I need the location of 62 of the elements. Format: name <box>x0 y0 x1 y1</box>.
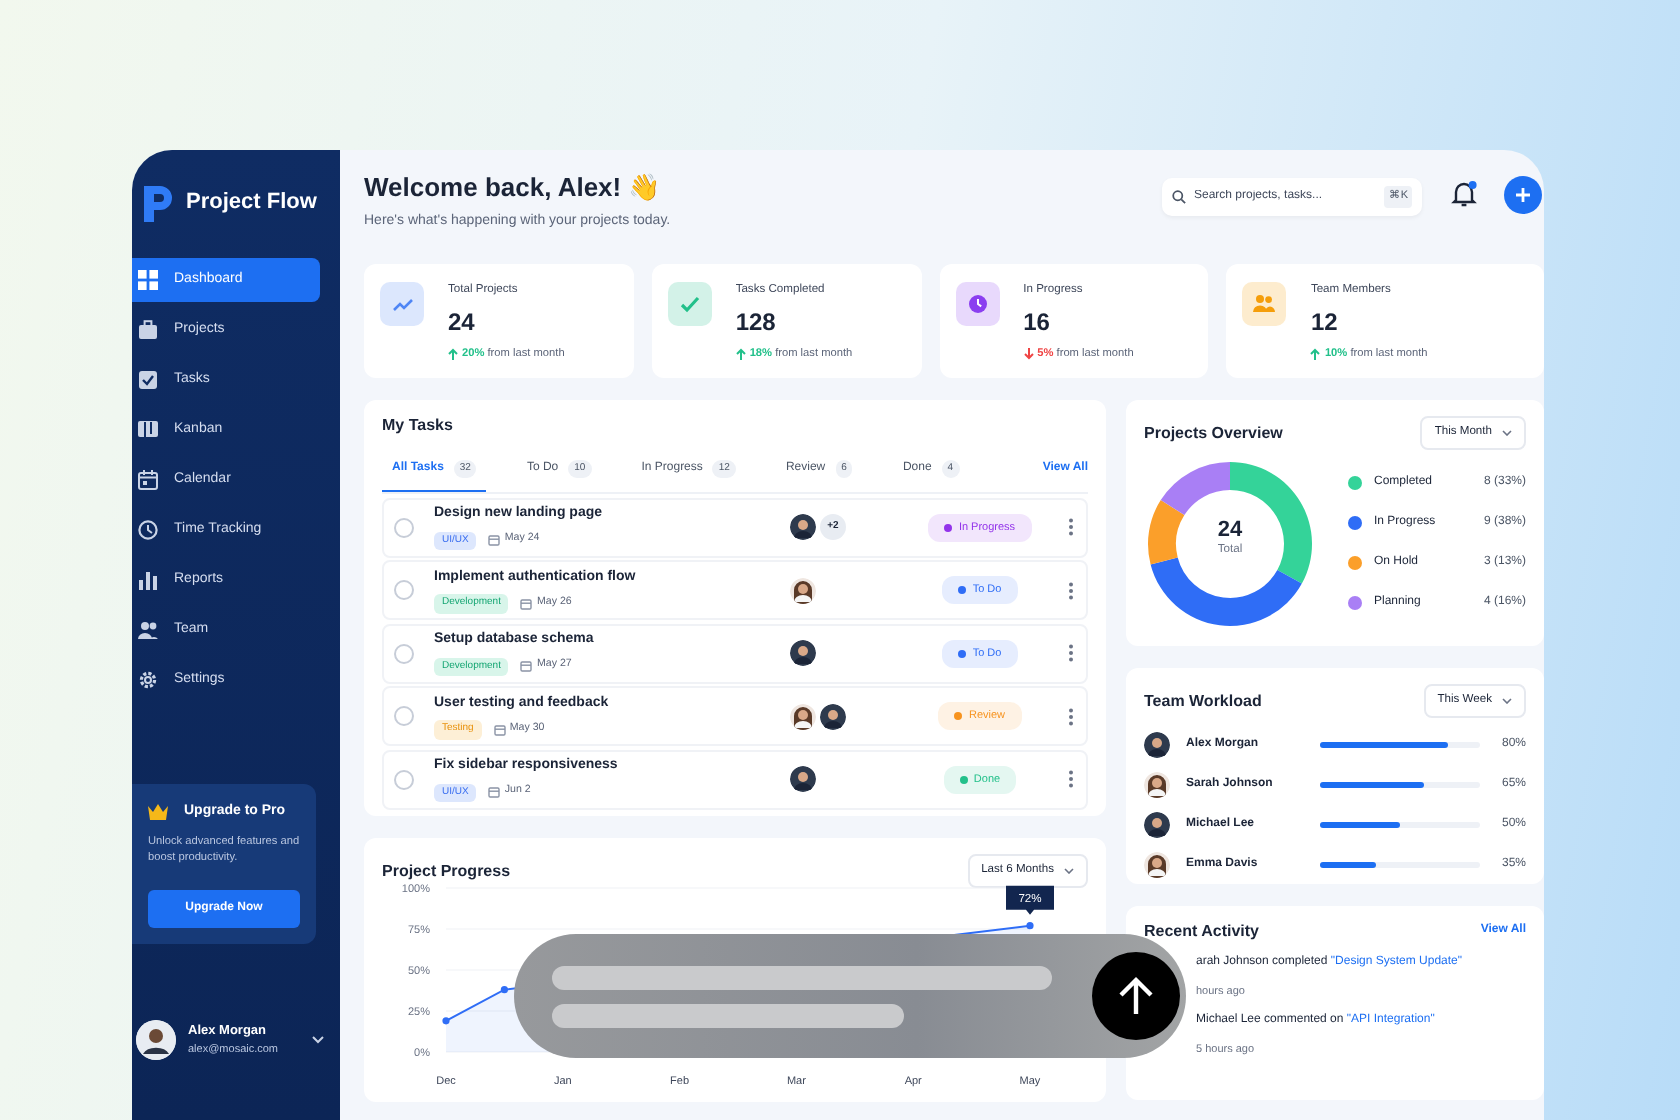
search-icon <box>1172 190 1186 204</box>
task-checkbox[interactable] <box>394 769 414 790</box>
more-icon[interactable] <box>1068 518 1074 537</box>
arrow-up-icon <box>1118 976 1154 1016</box>
calendar-icon <box>138 470 158 490</box>
card-title: My Tasks <box>382 416 455 436</box>
data-point <box>442 1016 450 1024</box>
more-icon[interactable] <box>1068 581 1074 600</box>
data-point <box>1026 921 1034 929</box>
chevron-down-icon <box>1502 429 1512 436</box>
welcome-heading: Welcome back, Alex! 👋 <box>364 172 663 204</box>
data-point <box>500 985 508 993</box>
notification-bell-icon[interactable] <box>1450 180 1478 208</box>
send-button[interactable] <box>1092 952 1180 1040</box>
calendar-icon <box>520 597 533 610</box>
avatar-icon <box>790 514 816 541</box>
card-title: Projects Overview <box>1144 423 1283 443</box>
task-checkbox[interactable] <box>394 517 414 538</box>
card-title: Project Progress <box>382 861 511 881</box>
plus-icon <box>1514 186 1532 204</box>
add-button[interactable] <box>1504 176 1542 214</box>
total-value: 24 <box>1215 517 1245 542</box>
grid-icon <box>138 270 158 290</box>
gear-icon <box>138 670 158 690</box>
card-title: Team Workload <box>1144 691 1262 711</box>
board-icon <box>138 420 158 440</box>
stat-value: 16 <box>1023 305 1052 340</box>
crown-icon <box>148 804 168 821</box>
avatar-icon <box>790 640 816 667</box>
logo-icon <box>140 182 176 222</box>
chevron-down-icon <box>1064 867 1074 874</box>
avatar-icon <box>790 766 816 793</box>
avatar-icon <box>1144 812 1170 839</box>
checkbox-icon <box>138 370 158 390</box>
chevron-down-icon[interactable] <box>312 1036 324 1044</box>
card-title: Recent Activity <box>1144 922 1259 942</box>
task-checkbox[interactable] <box>394 706 414 727</box>
avatar-icon <box>1144 852 1170 879</box>
briefcase-icon <box>138 320 158 340</box>
avatar-icon <box>1144 772 1170 799</box>
more-icon[interactable] <box>1068 644 1074 663</box>
calendar-icon <box>520 660 533 673</box>
more-icon[interactable] <box>1068 707 1074 726</box>
clock-icon <box>138 520 158 540</box>
stat-value: 24 <box>448 305 477 340</box>
more-icon[interactable] <box>1068 770 1074 789</box>
stat-value: 12 <box>1310 305 1340 340</box>
task-checkbox[interactable] <box>394 643 414 664</box>
bar-chart-icon <box>138 570 158 590</box>
calendar-icon <box>488 534 501 547</box>
avatar-icon[interactable] <box>136 1020 176 1060</box>
task-checkbox[interactable] <box>394 580 414 601</box>
chevron-down-icon <box>1502 697 1512 704</box>
avatar-icon <box>1144 732 1170 759</box>
calendar-icon <box>493 723 506 736</box>
calendar-icon <box>488 786 501 799</box>
avatar-icon <box>790 703 816 730</box>
avatar-icon <box>790 577 816 604</box>
people-icon <box>138 620 158 640</box>
stat-value: 128 <box>735 305 778 340</box>
app-name: Project Flow <box>186 187 317 218</box>
avatar-icon <box>820 703 846 730</box>
